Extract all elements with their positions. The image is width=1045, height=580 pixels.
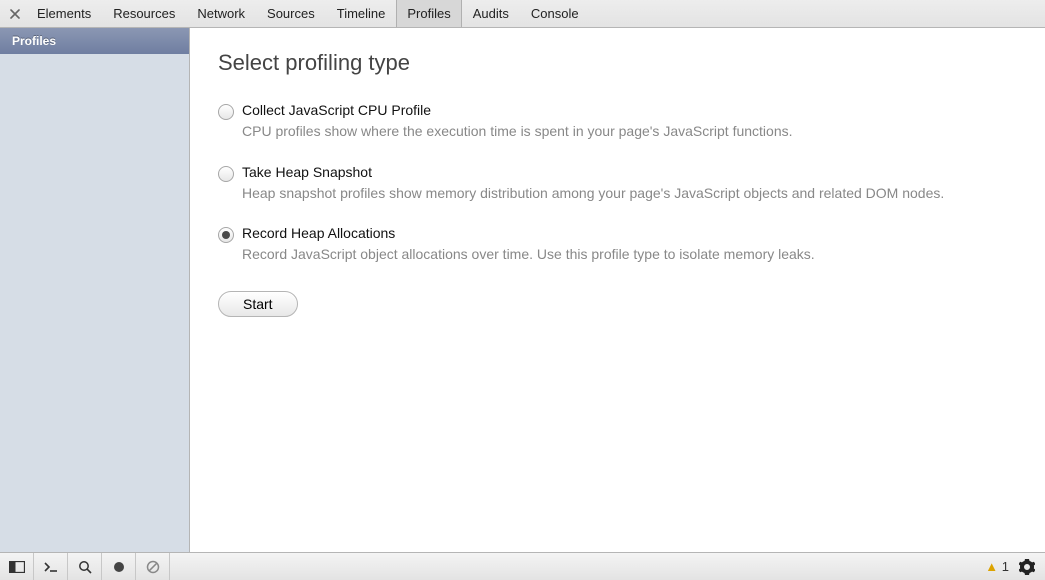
page-title: Select profiling type — [218, 50, 1017, 76]
option-text: Take Heap Snapshot Heap snapshot profile… — [242, 164, 1017, 204]
sidebar-header: Profiles — [0, 28, 189, 54]
tab-elements[interactable]: Elements — [26, 0, 102, 27]
close-icon[interactable] — [4, 0, 26, 27]
option-title[interactable]: Take Heap Snapshot — [242, 164, 1017, 180]
option-desc: CPU profiles show where the execution ti… — [242, 122, 1017, 142]
toolbar-spacer — [170, 553, 985, 580]
warning-count: 1 — [1002, 559, 1009, 574]
bottom-toolbar: ▲ 1 — [0, 552, 1045, 580]
clear-icon[interactable] — [136, 553, 170, 580]
option-text: Collect JavaScript CPU Profile CPU profi… — [242, 102, 1017, 142]
radio-icon[interactable] — [218, 227, 234, 243]
profile-option-cpu[interactable]: Collect JavaScript CPU Profile CPU profi… — [218, 102, 1017, 142]
profile-option-heap-allocations[interactable]: Record Heap Allocations Record JavaScrip… — [218, 225, 1017, 265]
warning-icon: ▲ — [985, 559, 998, 574]
main-region: Profiles Select profiling type Collect J… — [0, 28, 1045, 552]
devtools-tabbar: Elements Resources Network Sources Timel… — [0, 0, 1045, 28]
tab-timeline[interactable]: Timeline — [326, 0, 397, 27]
record-icon[interactable] — [102, 553, 136, 580]
dock-icon[interactable] — [0, 553, 34, 580]
console-toggle-icon[interactable] — [34, 553, 68, 580]
start-button[interactable]: Start — [218, 291, 298, 317]
search-icon[interactable] — [68, 553, 102, 580]
option-desc: Record JavaScript object allocations ove… — [242, 245, 1017, 265]
profile-option-heap-snapshot[interactable]: Take Heap Snapshot Heap snapshot profile… — [218, 164, 1017, 204]
tab-resources[interactable]: Resources — [102, 0, 186, 27]
tab-sources[interactable]: Sources — [256, 0, 326, 27]
radio-icon[interactable] — [218, 166, 234, 182]
option-text: Record Heap Allocations Record JavaScrip… — [242, 225, 1017, 265]
sidebar: Profiles — [0, 28, 190, 552]
option-desc: Heap snapshot profiles show memory distr… — [242, 184, 1017, 204]
warning-indicator[interactable]: ▲ 1 — [985, 559, 1009, 574]
tab-profiles[interactable]: Profiles — [396, 0, 461, 27]
radio-icon[interactable] — [218, 104, 234, 120]
option-title[interactable]: Collect JavaScript CPU Profile — [242, 102, 1017, 118]
tab-audits[interactable]: Audits — [462, 0, 520, 27]
tab-network[interactable]: Network — [186, 0, 256, 27]
gear-icon[interactable] — [1019, 559, 1035, 575]
option-title[interactable]: Record Heap Allocations — [242, 225, 1017, 241]
toolbar-right: ▲ 1 — [985, 553, 1045, 580]
content-panel: Select profiling type Collect JavaScript… — [190, 28, 1045, 552]
tab-console[interactable]: Console — [520, 0, 590, 27]
